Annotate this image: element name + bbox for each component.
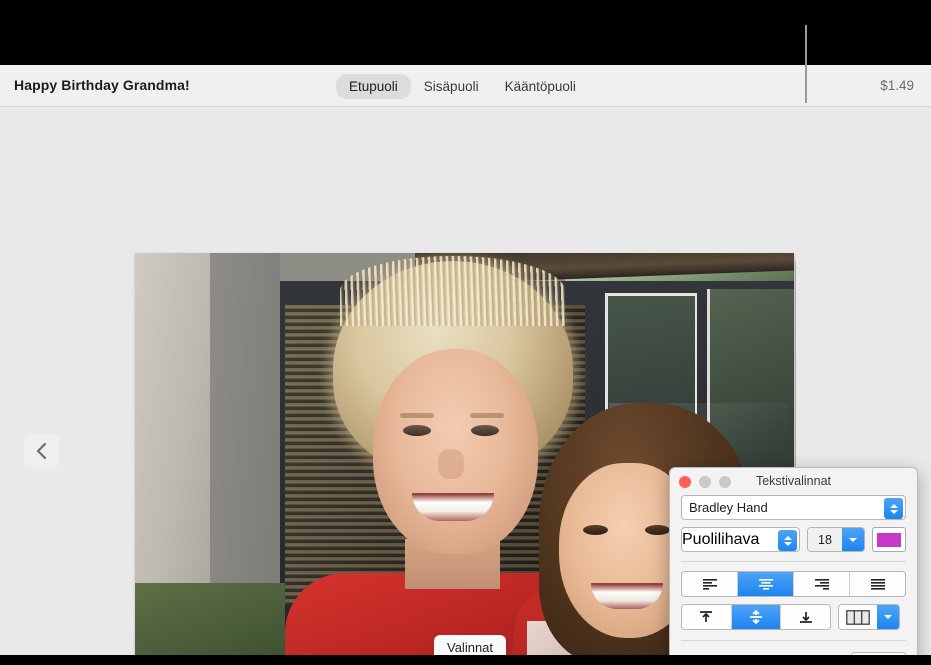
panel-title: Tekstivalinnat — [755, 474, 832, 488]
font-size-dropdown-icon[interactable] — [842, 528, 864, 551]
align-right-button[interactable] — [794, 572, 850, 596]
panel-titlebar[interactable]: Tekstivalinnat — [670, 468, 917, 494]
page-title: Happy Birthday Grandma! — [14, 77, 190, 93]
app-toolbar: Happy Birthday Grandma! Etupuoli Sisäpuo… — [0, 65, 931, 107]
text-options-panel[interactable]: Tekstivalinnat Bradley Hand Puolilihava — [669, 467, 918, 665]
letterbox-top — [0, 0, 931, 65]
align-bottom-button[interactable] — [781, 605, 830, 629]
columns-button[interactable] — [838, 604, 900, 630]
panel-divider-1 — [681, 561, 906, 562]
align-justify-button[interactable] — [850, 572, 905, 596]
text-color-swatch[interactable] — [872, 527, 906, 552]
align-left-button[interactable] — [682, 572, 738, 596]
font-style-stepper-icon[interactable] — [778, 530, 797, 551]
chevron-left-icon — [36, 442, 48, 460]
vertical-alignment-group — [681, 604, 831, 630]
align-middle-button[interactable] — [731, 605, 782, 629]
horizontal-alignment-group — [681, 571, 906, 597]
app-window: Happy Birthday Grandma! Etupuoli Sisäpuo… — [0, 65, 931, 665]
font-style-popup[interactable]: Puolilihava — [681, 527, 800, 552]
tab-kaantopuoli[interactable]: Kääntöpuoli — [492, 74, 589, 99]
screenshot-root: Happy Birthday Grandma! Etupuoli Sisäpuo… — [0, 0, 931, 665]
font-style-value: Puolilihava — [682, 530, 760, 548]
columns-icon — [839, 605, 877, 629]
font-size-value[interactable]: 18 — [808, 528, 842, 551]
back-button[interactable] — [24, 433, 59, 468]
card-canvas: HAPPY BIRTHDAY GRANDMA Tekstivalinnat — [0, 108, 931, 665]
tab-etupuoli[interactable]: Etupuoli — [336, 73, 411, 99]
font-family-stepper-icon[interactable] — [884, 498, 903, 519]
callout-leader-line — [805, 25, 807, 103]
tab-sisapuoli[interactable]: Sisäpuoli — [411, 74, 492, 99]
font-family-popup[interactable]: Bradley Hand — [681, 495, 906, 520]
card-side-tabs: Etupuoli Sisäpuoli Kääntöpuoli — [336, 73, 589, 99]
align-top-button[interactable] — [682, 605, 732, 629]
align-center-button[interactable] — [738, 572, 794, 596]
price-label: $1.49 — [880, 78, 914, 93]
panel-divider-2 — [681, 640, 906, 641]
font-size-field[interactable]: 18 — [807, 527, 865, 552]
font-family-value: Bradley Hand — [689, 500, 768, 515]
letterbox-bottom — [0, 655, 931, 665]
columns-dropdown-icon[interactable] — [877, 605, 899, 629]
color-fill — [877, 532, 901, 547]
